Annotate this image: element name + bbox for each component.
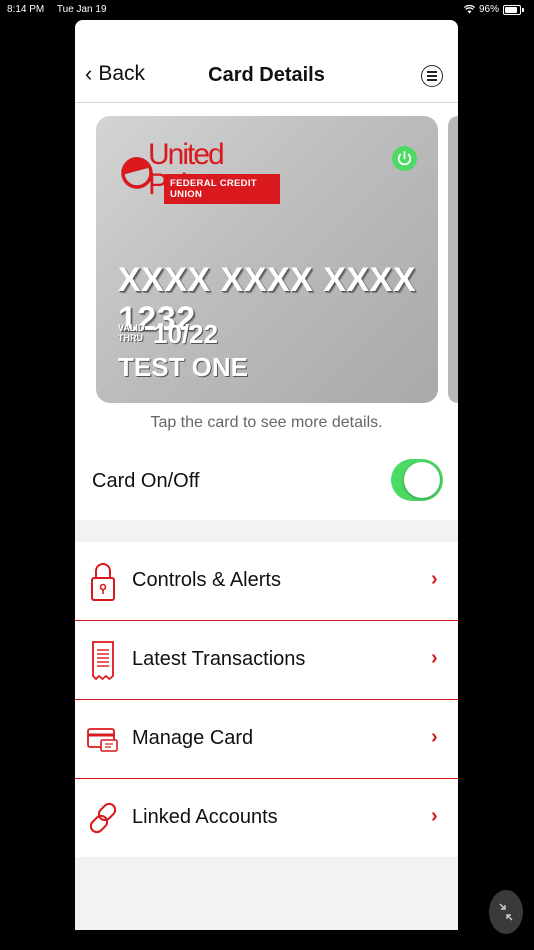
battery-icon [503,4,521,15]
lock-icon [91,563,115,601]
menu-item-label: Linked Accounts [132,806,278,828]
brand-logo: United Poles FEDERAL CREDIT UNION [120,140,280,204]
menu-item-label: Latest Transactions [132,648,306,670]
menu-item-latest-transactions[interactable]: Latest Transactions › [75,621,458,700]
wifi-icon [463,5,475,14]
receipt-icon [92,641,114,681]
card-icon [87,728,118,752]
battery-percent: 96% [478,4,499,15]
toggle-knob [404,462,440,498]
card-toggle-row: Card On/Off [75,443,458,519]
page-title: Card Details [208,64,325,86]
menu-item-controls-alerts[interactable]: Controls & Alerts › [75,542,458,621]
link-icon [89,802,117,834]
card-hint: Tap the card to see more details. [150,414,383,431]
status-bar: 8:14 PM Tue Jan 19 96% [0,0,534,20]
chevron-right-icon: › [431,726,438,748]
power-icon[interactable] [392,146,417,171]
menu-item-label: Controls & Alerts [132,569,281,591]
card-details-sheet: ‹ Back Card Details United Poles FEDERAL… [75,20,458,930]
card-toggle-label: Card On/Off [92,470,200,492]
nav-bar: ‹ Back Card Details [75,20,458,103]
chevron-right-icon: › [431,647,438,669]
credit-card[interactable]: United Poles FEDERAL CREDIT UNION XXXX X… [96,116,438,403]
status-left: 8:14 PM Tue Jan 19 [7,4,117,15]
chevron-right-icon: › [431,805,438,827]
status-date: Tue Jan 19 [56,4,107,15]
valid-thru-label: VALID THRU [118,323,145,343]
card-expiry: 10/22 [153,319,219,349]
card-holder: TEST ONE [118,352,249,382]
menu-item-manage-card[interactable]: Manage Card › [75,700,458,779]
next-card-peek[interactable] [448,116,458,403]
menu-item-linked-accounts[interactable]: Linked Accounts › [75,779,458,857]
status-time: 8:14 PM [7,4,45,15]
collapse-button[interactable] [489,890,523,934]
menu-icon[interactable] [421,65,443,87]
chevron-right-icon: › [431,568,438,590]
brand-subtitle: FEDERAL CREDIT UNION [164,174,280,204]
card-on-off-toggle[interactable] [391,459,443,501]
menu-item-label: Manage Card [132,727,254,749]
card-menu-list: Controls & Alerts › Latest Transactions … [75,542,458,857]
status-right: 96% [463,4,524,15]
card-section: United Poles FEDERAL CREDIT UNION XXXX X… [75,103,458,520]
collapse-arrows-icon [499,903,513,921]
